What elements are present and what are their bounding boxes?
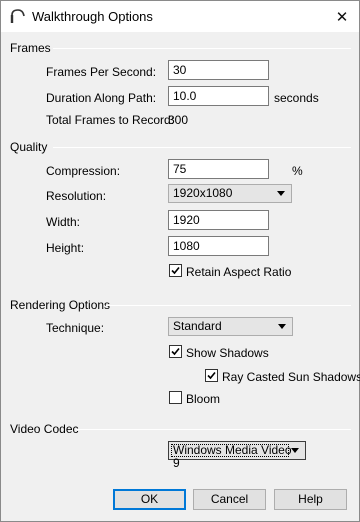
width-input[interactable]: 1920	[168, 210, 269, 230]
codec-group-label: Video Codec	[10, 422, 79, 436]
duration-input[interactable]: 10.0	[168, 86, 269, 106]
close-button[interactable]: ✕	[325, 1, 359, 32]
rendering-group-divider	[106, 305, 351, 306]
duration-unit: seconds	[274, 91, 319, 105]
resolution-dropdown[interactable]: 1920x1080	[168, 184, 292, 203]
show-shadows-checkbox[interactable]	[169, 345, 182, 358]
bloom-checkbox[interactable]	[169, 391, 182, 404]
width-label: Width:	[46, 215, 81, 229]
bloom-label[interactable]: Bloom	[186, 392, 220, 406]
quality-group-label: Quality	[10, 140, 48, 154]
rendering-group-label: Rendering Options	[10, 298, 111, 312]
frames-group-label: Frames	[10, 41, 51, 55]
arc-icon	[10, 9, 25, 23]
ray-casted-shadows-label[interactable]: Ray Casted Sun Shadows	[222, 370, 360, 384]
chevron-down-icon	[277, 191, 285, 196]
resolution-label: Resolution:	[46, 189, 107, 203]
video-codec-dropdown[interactable]: Windows Media Video 9	[168, 441, 306, 470]
checkmark-icon	[171, 266, 180, 275]
retain-aspect-checkbox[interactable]	[169, 264, 182, 277]
compression-input[interactable]: 75	[168, 159, 269, 179]
show-shadows-label[interactable]: Show Shadows	[186, 346, 269, 360]
focus-rectangle	[171, 444, 289, 457]
duration-label: Duration Along Path:	[46, 91, 157, 105]
retain-aspect-label[interactable]: Retain Aspect Ratio	[186, 265, 291, 279]
height-label: Height:	[46, 241, 85, 255]
frames-group-divider	[53, 48, 351, 49]
total-frames-value: 300	[168, 113, 189, 127]
technique-value: Standard	[173, 319, 222, 333]
compression-label: Compression:	[46, 164, 121, 178]
close-icon[interactable]: ✕	[336, 8, 349, 26]
height-input[interactable]: 1080	[168, 236, 269, 256]
quality-group-divider	[53, 147, 351, 148]
cancel-button[interactable]: Cancel	[193, 489, 266, 510]
checkmark-icon	[171, 347, 180, 356]
compression-unit: %	[292, 164, 303, 178]
ray-casted-shadows-checkbox[interactable]	[205, 369, 218, 382]
chevron-down-icon	[291, 448, 299, 453]
ok-button[interactable]: OK	[113, 489, 186, 510]
walkthrough-options-dialog: Walkthrough Options ✕ Frames Frames Per …	[0, 0, 360, 522]
chevron-down-icon	[278, 324, 286, 329]
technique-label: Technique:	[46, 321, 105, 335]
title-bar: Walkthrough Options ✕	[1, 1, 359, 32]
resolution-value: 1920x1080	[173, 186, 233, 200]
total-frames-label: Total Frames to Record:	[46, 113, 175, 127]
checkmark-icon	[207, 371, 216, 380]
technique-dropdown[interactable]: Standard	[168, 317, 293, 336]
codec-group-divider	[76, 429, 351, 430]
fps-label: Frames Per Second:	[46, 65, 157, 79]
help-button[interactable]: Help	[274, 489, 347, 510]
dialog-title: Walkthrough Options	[32, 9, 153, 24]
fps-input[interactable]: 30	[168, 60, 269, 80]
